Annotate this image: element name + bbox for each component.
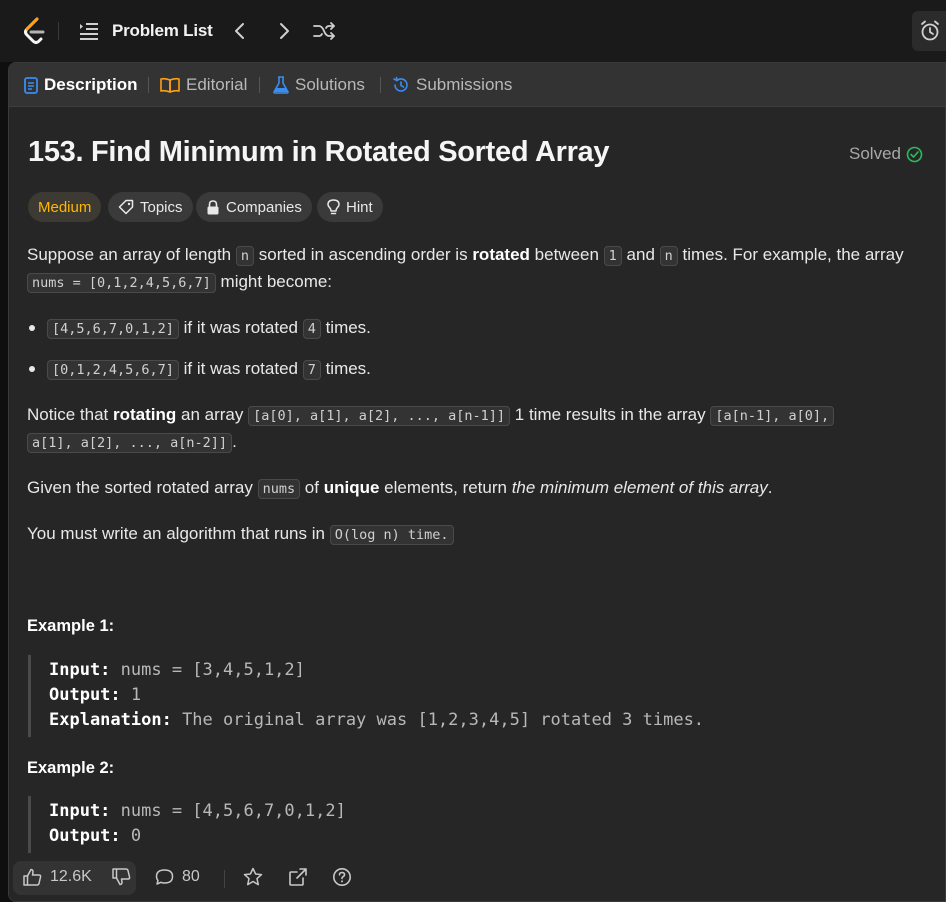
example-border bbox=[28, 796, 31, 856]
example-border bbox=[28, 655, 31, 737]
bottom-action-bar: 12.6K 80 bbox=[9, 853, 945, 901]
panel-tabs: Description Editorial Solutions Submissi… bbox=[9, 63, 945, 107]
inline-code: n bbox=[235, 246, 255, 266]
inline-code: nums bbox=[257, 479, 301, 499]
next-problem-icon[interactable] bbox=[272, 19, 296, 43]
divider bbox=[58, 22, 59, 40]
check-circle-icon bbox=[906, 146, 923, 162]
inline-code: [a[n-1], a[0], bbox=[710, 406, 835, 426]
previous-problem-icon[interactable] bbox=[228, 19, 252, 43]
inline-code: a[1], a[2], ..., a[n-2]] bbox=[27, 433, 233, 453]
list-item: [4,5,6,7,0,1,2] if it was rotated 4 time… bbox=[47, 315, 371, 342]
like-button[interactable]: 12.6K bbox=[23, 868, 92, 886]
inline-code: O(log n) time. bbox=[329, 525, 454, 545]
tab-divider bbox=[148, 77, 149, 93]
inline-code: [a[0], a[1], a[2], ..., a[n-1]] bbox=[248, 406, 511, 426]
description-paragraph: Suppose an array of length n sorted in a… bbox=[27, 245, 904, 266]
notice-paragraph: Notice that rotating an array [a[0], a[1… bbox=[27, 402, 835, 429]
example-input: Input: nums = [4,5,6,7,0,1,2] bbox=[49, 801, 346, 821]
solved-status: Solved bbox=[849, 144, 923, 164]
tab-divider bbox=[259, 77, 260, 93]
example-heading: Example 2: bbox=[27, 759, 115, 777]
constraint-paragraph: You must write an algorithm that runs in… bbox=[27, 521, 454, 548]
description-panel: Description Editorial Solutions Submissi… bbox=[8, 62, 946, 902]
problem-title: 153. Find Minimum in Rotated Sorted Arra… bbox=[28, 136, 610, 168]
shuffle-icon[interactable] bbox=[312, 19, 336, 43]
bullet-dot bbox=[29, 366, 35, 372]
comment-count: 80 bbox=[182, 868, 200, 885]
history-icon bbox=[393, 76, 408, 92]
tab-solutions[interactable]: Solutions bbox=[273, 74, 365, 96]
inline-code: 7 bbox=[302, 360, 321, 380]
inline-code: 1 bbox=[603, 246, 622, 266]
vote-group: 12.6K bbox=[13, 861, 136, 895]
example-output: Output: 1 bbox=[49, 685, 142, 705]
solved-label: Solved bbox=[849, 144, 901, 163]
like-count: 12.6K bbox=[50, 868, 92, 885]
inline-code: [0,1,2,4,5,6,7] bbox=[47, 360, 179, 380]
example-heading: Example 1: bbox=[27, 617, 115, 635]
tab-editorial-label: Editorial bbox=[186, 75, 248, 94]
difficulty-badge[interactable]: Medium bbox=[28, 192, 102, 222]
companies-button[interactable]: Companies bbox=[196, 192, 312, 222]
inline-code: n bbox=[659, 246, 678, 266]
share-icon[interactable] bbox=[288, 867, 308, 887]
hint-label: Hint bbox=[346, 198, 373, 216]
list-item: [0,1,2,4,5,6,7] if it was rotated 7 time… bbox=[47, 356, 371, 383]
top-navigation-bar: Problem List bbox=[0, 0, 946, 62]
tab-editorial[interactable]: Editorial bbox=[160, 74, 247, 96]
flask-icon bbox=[273, 76, 289, 94]
inline-code: nums = [0,1,2,4,5,6,7] bbox=[27, 273, 216, 293]
example-explanation: Explanation: The original array was [1,2… bbox=[49, 710, 705, 730]
tag-icon bbox=[118, 199, 134, 215]
timer-button[interactable] bbox=[912, 11, 946, 51]
book-icon bbox=[160, 77, 180, 93]
task-paragraph: Given the sorted rotated array nums of u… bbox=[27, 478, 773, 499]
bullet-dot bbox=[29, 325, 35, 331]
star-icon[interactable] bbox=[243, 867, 263, 887]
topics-label: Topics bbox=[140, 198, 183, 216]
companies-label: Companies bbox=[226, 198, 302, 216]
inline-code: [4,5,6,7,0,1,2] bbox=[47, 319, 179, 339]
leetcode-logo-icon[interactable] bbox=[22, 17, 48, 45]
tab-submissions[interactable]: Submissions bbox=[392, 74, 512, 96]
topics-button[interactable]: Topics bbox=[108, 192, 193, 222]
description-paragraph-cont: nums = [0,1,2,4,5,6,7] might become: bbox=[27, 269, 332, 296]
tab-submissions-label: Submissions bbox=[416, 75, 513, 94]
thumbs-down-icon[interactable] bbox=[112, 868, 131, 886]
tab-description[interactable]: Description bbox=[24, 74, 138, 96]
notice-paragraph-cont: a[1], a[2], ..., a[n-2]]. bbox=[27, 429, 237, 456]
lock-icon bbox=[207, 199, 219, 214]
comment-icon bbox=[155, 869, 174, 885]
tab-divider bbox=[380, 77, 381, 93]
divider bbox=[224, 870, 225, 888]
problem-list-link[interactable]: Problem List bbox=[112, 21, 213, 41]
tab-solutions-label: Solutions bbox=[295, 75, 365, 94]
problem-list-icon[interactable] bbox=[78, 20, 100, 42]
help-icon[interactable] bbox=[332, 867, 352, 887]
alarm-clock-icon bbox=[921, 20, 939, 41]
hint-button[interactable]: Hint bbox=[317, 192, 383, 222]
comments-button[interactable]: 80 bbox=[155, 868, 200, 886]
thumbs-up-icon bbox=[23, 868, 42, 886]
example-input: Input: nums = [3,4,5,1,2] bbox=[49, 660, 305, 680]
lightbulb-icon bbox=[327, 198, 340, 214]
tab-description-label: Description bbox=[44, 75, 138, 94]
inline-code: 4 bbox=[302, 319, 321, 339]
example-output: Output: 0 bbox=[49, 826, 142, 846]
document-icon bbox=[24, 76, 38, 94]
